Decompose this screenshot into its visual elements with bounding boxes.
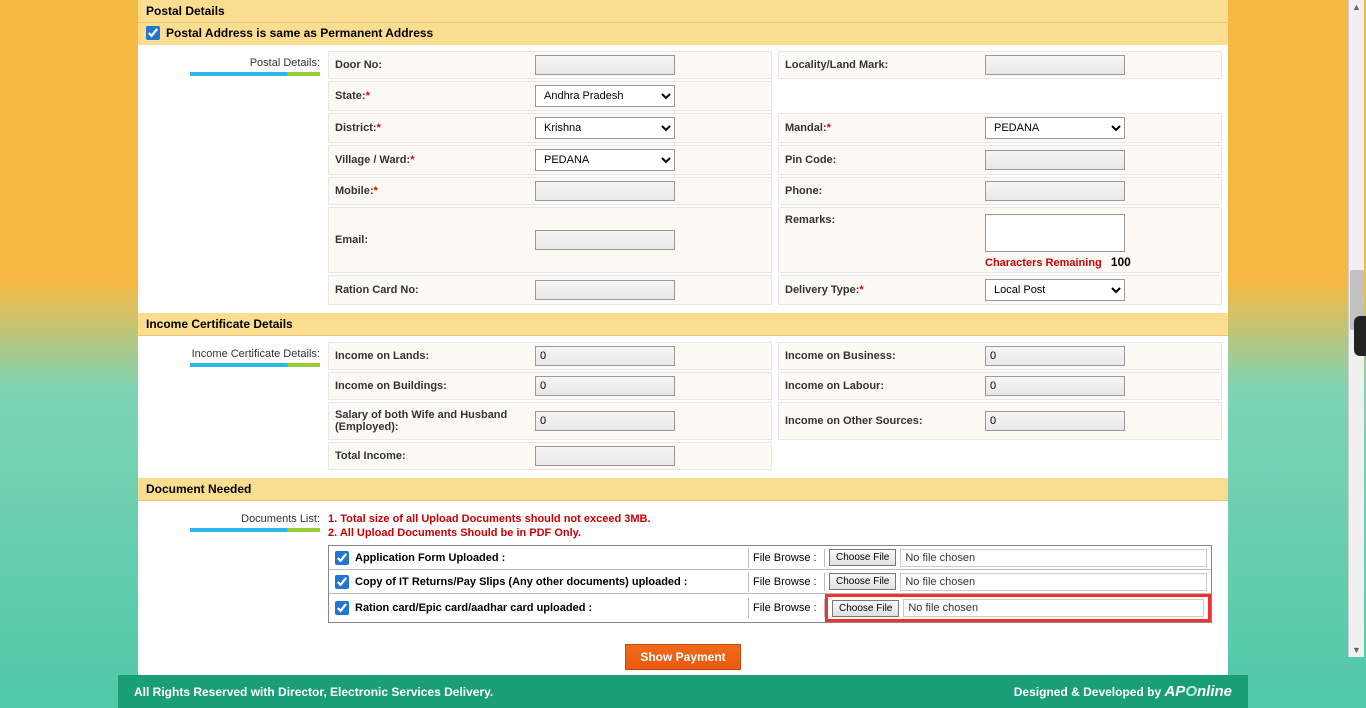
district-label: District:* xyxy=(335,122,535,134)
postal-section-body: Postal Details: Door No: Locality/Land M… xyxy=(138,45,1228,313)
doc-row-2-choose-file[interactable]: Choose File xyxy=(829,573,896,590)
doc-row-2: Copy of IT Returns/Pay Slips (Any other … xyxy=(329,570,1211,594)
income-buildings-input[interactable] xyxy=(535,376,675,396)
scroll-down-arrow-icon[interactable]: ▼ xyxy=(1352,645,1361,655)
income-lands-label: Income on Lands: xyxy=(335,350,535,362)
remarks-label: Remarks: xyxy=(785,214,985,226)
mandal-select[interactable]: PEDANA xyxy=(985,117,1125,139)
footer: All Rights Reserved with Director, Elect… xyxy=(118,675,1248,708)
remarks-textarea[interactable] xyxy=(985,214,1125,252)
scroll-up-arrow-icon[interactable]: ▲ xyxy=(1352,2,1361,12)
village-select[interactable]: PEDANA xyxy=(535,149,675,171)
doc-row-1-choose-file[interactable]: Choose File xyxy=(829,549,896,566)
income-labour-input[interactable] xyxy=(985,376,1125,396)
doc-row-1: Application Form Uploaded : File Browse … xyxy=(329,546,1211,570)
phone-label: Phone: xyxy=(785,185,985,197)
remarks-remaining-label: Characters Remaining xyxy=(985,257,1102,269)
show-payment-bar: Show Payment xyxy=(138,639,1228,675)
postal-details-header: Postal Details xyxy=(138,0,1228,23)
show-payment-button[interactable]: Show Payment xyxy=(625,644,740,670)
delivery-label: Delivery Type:* xyxy=(785,284,985,296)
mobile-input[interactable] xyxy=(535,181,675,201)
doc-row-1-label: Application Form Uploaded : xyxy=(355,552,505,564)
doc-row-1-browse-label: File Browse : xyxy=(749,549,825,567)
documents-section-body: Documents List: 1. Total size of all Upl… xyxy=(138,501,1228,639)
income-side-label: Income Certificate Details: xyxy=(192,348,320,360)
income-buildings-label: Income on Buildings: xyxy=(335,380,535,392)
doc-row-1-filename: No file chosen xyxy=(900,549,1207,567)
income-total-label: Total Income: xyxy=(335,450,535,462)
aponline-logo: APOnline xyxy=(1164,683,1232,700)
mandal-label: Mandal:* xyxy=(785,122,985,134)
income-header: Income Certificate Details xyxy=(138,313,1228,336)
right-side-tab[interactable] xyxy=(1354,316,1366,356)
state-select[interactable]: Andhra Pradesh xyxy=(535,85,675,107)
doc-row-1-checkbox[interactable] xyxy=(335,551,349,565)
doc-row-3-checkbox[interactable] xyxy=(335,601,349,615)
footer-left: All Rights Reserved with Director, Elect… xyxy=(134,685,493,699)
doc-warning-2: 2. All Upload Documents Should be in PDF… xyxy=(328,527,1222,541)
same-address-checkbox[interactable] xyxy=(146,26,160,40)
email-label: Email: xyxy=(335,234,535,246)
email-input[interactable] xyxy=(535,230,675,250)
same-address-bar: Postal Address is same as Permanent Addr… xyxy=(138,23,1228,45)
doc-row-2-label: Copy of IT Returns/Pay Slips (Any other … xyxy=(355,576,687,588)
doc-row-2-filename: No file chosen xyxy=(900,573,1207,591)
doc-row-2-browse-label: File Browse : xyxy=(749,573,825,591)
doc-row-3-filename: No file chosen xyxy=(903,599,1204,617)
doc-row-2-checkbox[interactable] xyxy=(335,575,349,589)
income-other-input[interactable] xyxy=(985,411,1125,431)
doc-side-label: Documents List: xyxy=(241,513,320,525)
doc-row-3-choose-file[interactable]: Choose File xyxy=(832,600,899,617)
postal-side-label: Postal Details: xyxy=(250,57,320,69)
form-container: Postal Details Postal Address is same as… xyxy=(138,0,1228,675)
underline-decor xyxy=(190,363,320,367)
ration-label: Ration Card No: xyxy=(335,284,535,296)
income-labour-label: Income on Labour: xyxy=(785,380,985,392)
income-section-body: Income Certificate Details: Income on La… xyxy=(138,336,1228,478)
door-no-label: Door No: xyxy=(335,59,535,71)
phone-input[interactable] xyxy=(985,181,1125,201)
income-lands-input[interactable] xyxy=(535,346,675,366)
income-form-grid: Income on Lands: Income on Business: Inc… xyxy=(328,336,1228,478)
remarks-remaining-count: 100 xyxy=(1111,255,1131,269)
doc-form-grid: 1. Total size of all Upload Documents sh… xyxy=(328,501,1228,639)
doc-row-3: Ration card/Epic card/aadhar card upload… xyxy=(329,594,1211,622)
delivery-select[interactable]: Local Post xyxy=(985,279,1125,301)
mobile-label: Mobile:* xyxy=(335,185,535,197)
postal-side-label-col: Postal Details: xyxy=(138,45,328,313)
pincode-input[interactable] xyxy=(985,150,1125,170)
ration-input[interactable] xyxy=(535,280,675,300)
income-salary-label: Salary of both Wife and Husband (Employe… xyxy=(335,409,535,433)
doc-side-label-col: Documents List: xyxy=(138,501,328,639)
income-total-input[interactable] xyxy=(535,446,675,466)
underline-decor xyxy=(190,72,320,76)
village-label: Village / Ward:* xyxy=(335,154,535,166)
district-select[interactable]: Krishna xyxy=(535,117,675,139)
doc-warning-1: 1. Total size of all Upload Documents sh… xyxy=(328,507,1222,527)
doc-table: Application Form Uploaded : File Browse … xyxy=(328,545,1212,623)
doc-row-3-label: Ration card/Epic card/aadhar card upload… xyxy=(355,602,592,614)
income-other-label: Income on Other Sources: xyxy=(785,415,985,427)
pincode-label: Pin Code: xyxy=(785,154,985,166)
locality-input[interactable] xyxy=(985,55,1125,75)
same-address-label: Postal Address is same as Permanent Addr… xyxy=(166,26,433,40)
door-no-input[interactable] xyxy=(535,55,675,75)
documents-header: Document Needed xyxy=(138,478,1228,501)
income-business-label: Income on Business: xyxy=(785,350,985,362)
income-side-label-col: Income Certificate Details: xyxy=(138,336,328,478)
underline-decor xyxy=(190,528,320,532)
income-salary-input[interactable] xyxy=(535,411,675,431)
locality-label: Locality/Land Mark: xyxy=(785,59,985,71)
state-label: State:* xyxy=(335,90,535,102)
postal-form-grid: Door No: Locality/Land Mark: State:* And… xyxy=(328,45,1228,313)
footer-right: Designed & Developed by APOnline xyxy=(1014,683,1232,700)
income-business-input[interactable] xyxy=(985,346,1125,366)
doc-row-3-browse-label: File Browse : xyxy=(749,599,825,617)
